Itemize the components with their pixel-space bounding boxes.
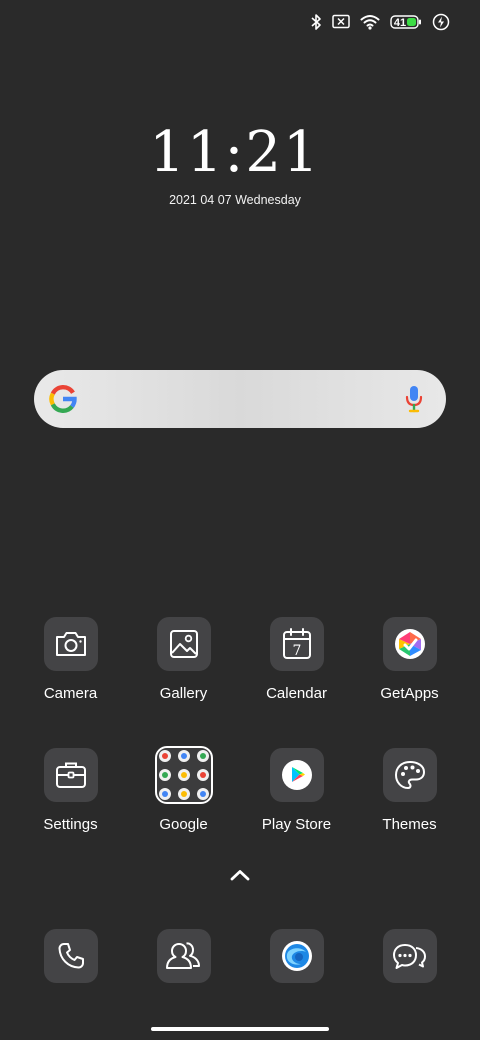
charging-icon [432, 13, 450, 31]
settings-briefcase-icon [43, 748, 98, 802]
clock-date[interactable]: 2021 04 07 Wednesday [0, 193, 470, 207]
dock-contacts[interactable] [127, 929, 240, 983]
microphone-icon[interactable] [404, 385, 424, 413]
google-g-icon [49, 385, 77, 413]
chevron-up-icon[interactable] [229, 868, 251, 882]
getapps-icon [382, 617, 437, 671]
wifi-icon [360, 15, 380, 30]
phone-icon [43, 929, 98, 983]
app-themes[interactable]: Themes [353, 748, 466, 833]
app-label: GetApps [380, 685, 439, 702]
app-play-store[interactable]: Play Store [240, 748, 353, 833]
mini-app-icon [177, 769, 190, 781]
app-label: Camera [43, 685, 98, 702]
play-store-icon [269, 748, 324, 802]
app-label: Play Store [261, 816, 332, 833]
bluetooth-icon [311, 14, 321, 30]
dock-messages[interactable] [353, 929, 466, 983]
app-label: Themes [382, 816, 437, 833]
mini-app-icon [196, 769, 209, 781]
app-getapps[interactable]: GetApps [353, 617, 466, 702]
calendar-day: 7 [292, 643, 301, 659]
battery-level: 41 [394, 17, 406, 29]
folder-icon [154, 746, 213, 804]
app-label: Google [159, 816, 208, 833]
google-search-bar[interactable] [34, 370, 446, 428]
mini-app-icon [158, 750, 171, 762]
clock-time[interactable]: 11:21 [0, 120, 470, 185]
calendar-icon: 7 [269, 617, 324, 671]
mini-app-icon [196, 788, 209, 800]
app-label: Settings [43, 816, 98, 833]
mini-app-icon [158, 769, 171, 781]
dock-phone[interactable] [14, 929, 127, 983]
camera-icon [43, 617, 98, 671]
no-sim-icon [332, 14, 350, 29]
browser-icon [269, 929, 324, 983]
contacts-icon [156, 929, 211, 983]
app-label: Gallery [159, 685, 208, 702]
app-folder-google[interactable]: Google [127, 746, 240, 833]
battery-icon: 41 [390, 15, 421, 29]
palette-icon [382, 748, 437, 802]
mini-app-icon [177, 788, 190, 800]
app-settings[interactable]: Settings [14, 748, 127, 833]
home-indicator[interactable] [151, 1027, 329, 1031]
app-gallery[interactable]: Gallery [127, 617, 240, 702]
dock-browser[interactable] [240, 929, 353, 983]
status-bar: 41 [310, 10, 450, 34]
mini-app-icon [177, 750, 190, 762]
app-label: Calendar [266, 685, 327, 702]
gallery-icon [156, 617, 211, 671]
app-camera[interactable]: Camera [14, 617, 127, 702]
mini-app-icon [196, 750, 209, 762]
messages-icon [382, 929, 437, 983]
mini-app-icon [158, 788, 171, 800]
app-calendar[interactable]: 7 Calendar [240, 617, 353, 702]
